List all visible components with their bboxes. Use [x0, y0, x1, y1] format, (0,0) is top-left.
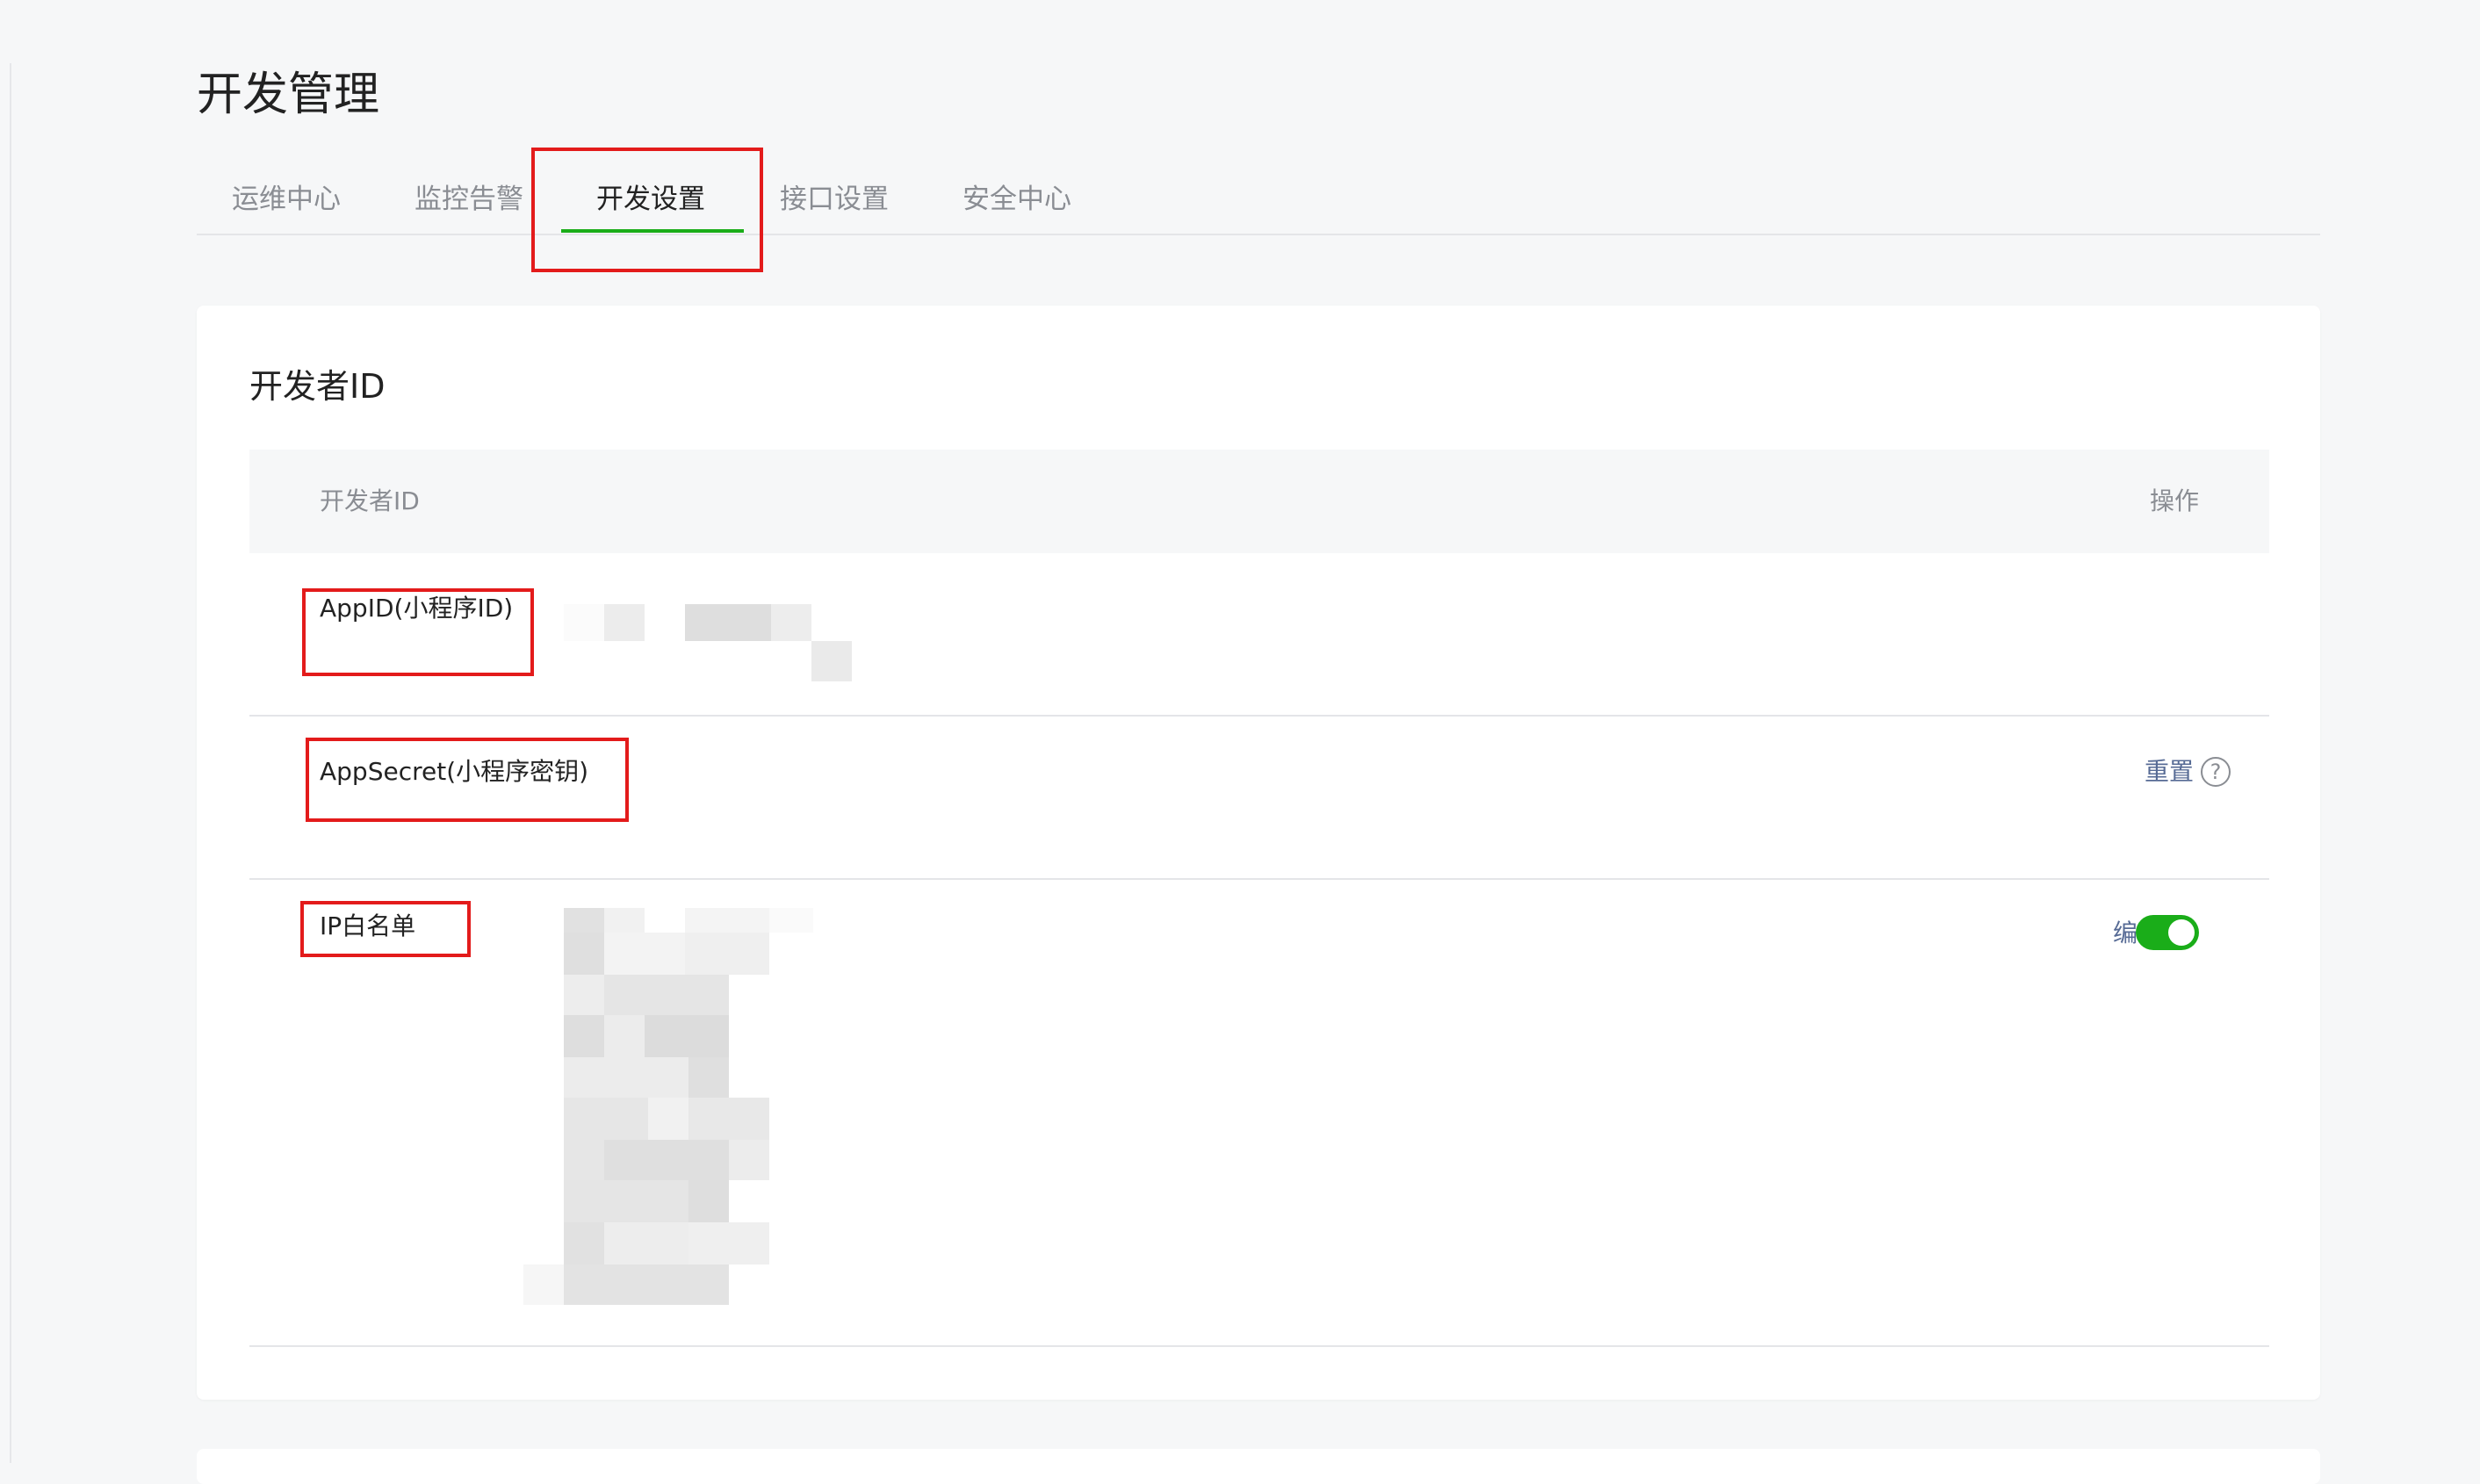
- tab-monitoring-alerts[interactable]: 监控告警: [415, 179, 523, 220]
- developer-id-card: 开发者ID 开发者ID 操作 AppID(小程序ID) AppSecret(小程…: [197, 306, 2320, 1400]
- question-circle-icon[interactable]: ?: [2201, 757, 2231, 787]
- page-title: 开发管理: [197, 68, 380, 121]
- toggle-switch-icon[interactable]: [2136, 915, 2199, 950]
- reset-secret-link[interactable]: 重置: [2145, 753, 2194, 790]
- table-row-appid: AppID(小程序ID): [249, 553, 2269, 717]
- column-header-actions: 操作: [2149, 486, 2199, 515]
- next-card-edge: [197, 1449, 2320, 1484]
- tab-security-center[interactable]: 安全中心: [962, 179, 1071, 220]
- ip-whitelist-label: IP白名单: [320, 911, 416, 940]
- table-row-appsecret: AppSecret(小程序密钥) 重置 ?: [249, 717, 2269, 880]
- table-row-ip-whitelist: IP白名单 编辑: [249, 880, 2269, 1347]
- table-header: 开发者ID 操作: [249, 450, 2269, 553]
- tab-bar: 运维中心 监控告警 开发设置 接口设置 安全中心: [197, 148, 2320, 272]
- toggle-knob: [2168, 919, 2195, 946]
- tab-ops-center[interactable]: 运维中心: [232, 179, 341, 220]
- left-divider: [10, 63, 11, 1463]
- tab-dev-settings[interactable]: 开发设置: [596, 179, 705, 220]
- tab-api-settings[interactable]: 接口设置: [780, 179, 889, 220]
- appid-label: AppID(小程序ID): [320, 594, 514, 623]
- appsecret-label: AppSecret(小程序密钥): [320, 757, 589, 786]
- section-title: 开发者ID: [249, 367, 386, 406]
- column-header-developer-id: 开发者ID: [320, 486, 420, 515]
- active-tab-indicator: [561, 229, 744, 233]
